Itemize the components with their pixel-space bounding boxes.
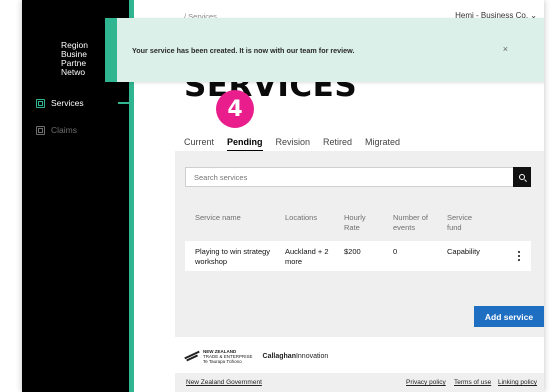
- tab-migrated[interactable]: Migrated: [365, 137, 400, 152]
- footer-logos: NEW ZEALAND TRADE & ENTERPRISE Te Taurap…: [184, 347, 328, 365]
- callaghan-bold: Callaghan: [262, 352, 296, 360]
- callaghan-logo[interactable]: CallaghanInnovation: [263, 353, 329, 360]
- column-header-locations: Locations: [285, 213, 318, 222]
- screen: Region Busine Partne Netwo Services Clai…: [0, 0, 558, 392]
- add-service-button[interactable]: Add service: [474, 306, 544, 327]
- search-button[interactable]: [513, 167, 531, 187]
- column-header-fund: Service fund: [447, 213, 473, 232]
- nzte-logo[interactable]: NEW ZEALAND TRADE & ENTERPRISE Te Taurap…: [184, 349, 253, 364]
- cell-fund: Capability: [447, 247, 480, 256]
- claims-icon: [36, 125, 45, 135]
- more-options-icon[interactable]: [518, 251, 521, 261]
- nzte-logo-line: TRADE & ENTERPRISE: [203, 353, 253, 359]
- sidebar-item-services[interactable]: Services: [36, 96, 84, 110]
- cell-locations: Auckland + 2 more: [285, 247, 329, 266]
- table-row[interactable]: Playing to win strategy workshop Aucklan…: [185, 241, 531, 271]
- tab-retired[interactable]: Retired: [323, 137, 352, 152]
- column-header-hourly-rate: Hourly Rate: [344, 213, 366, 232]
- sidebar-item-label: Claims: [51, 125, 77, 135]
- footer-bar: New Zealand Government Privacy policy Te…: [175, 373, 544, 392]
- services-panel: Service name Locations Hourly Rate Numbe…: [175, 151, 544, 337]
- cell-events: 0: [393, 247, 398, 256]
- sidebar-item-claims[interactable]: Claims: [36, 123, 77, 137]
- success-toast: Your service has been created. It is now…: [105, 18, 544, 82]
- nzte-logo-line: Te Taurapa Tūhono: [203, 358, 242, 364]
- toast-message: Your service has been created. It is now…: [132, 46, 355, 55]
- close-icon[interactable]: ×: [503, 44, 508, 54]
- cell-service-name: Playing to win strategy workshop: [195, 247, 271, 266]
- tab-pending[interactable]: Pending: [227, 137, 263, 152]
- tab-revision[interactable]: Revision: [276, 137, 311, 152]
- app-window: Region Busine Partne Netwo Services Clai…: [22, 0, 544, 392]
- tab-bar: Current Pending Revision Retired Migrate…: [184, 137, 400, 152]
- cell-hourly-rate: $200: [344, 247, 361, 256]
- search-input[interactable]: [186, 168, 516, 186]
- column-header-service-name: Service name: [195, 213, 241, 222]
- sidebar-item-label: Services: [51, 98, 84, 108]
- fern-icon: [184, 350, 200, 362]
- step-badge: 4: [216, 90, 254, 128]
- brand-line: Netwo: [61, 67, 86, 77]
- terms-of-use-link[interactable]: Terms of use: [454, 379, 491, 386]
- search-box: [185, 167, 531, 187]
- services-icon: [36, 98, 45, 108]
- column-header-events: Number of events: [393, 213, 429, 232]
- nz-government-link[interactable]: New Zealand Government: [186, 379, 262, 386]
- linking-policy-link[interactable]: Linking policy: [498, 379, 537, 386]
- search-icon: [519, 174, 525, 180]
- privacy-policy-link[interactable]: Privacy policy: [406, 379, 446, 386]
- tab-current[interactable]: Current: [184, 137, 214, 152]
- brand-logo[interactable]: Region Busine Partne Netwo: [61, 41, 88, 77]
- active-indicator: [118, 102, 129, 104]
- callaghan-light: Innovation: [295, 352, 329, 360]
